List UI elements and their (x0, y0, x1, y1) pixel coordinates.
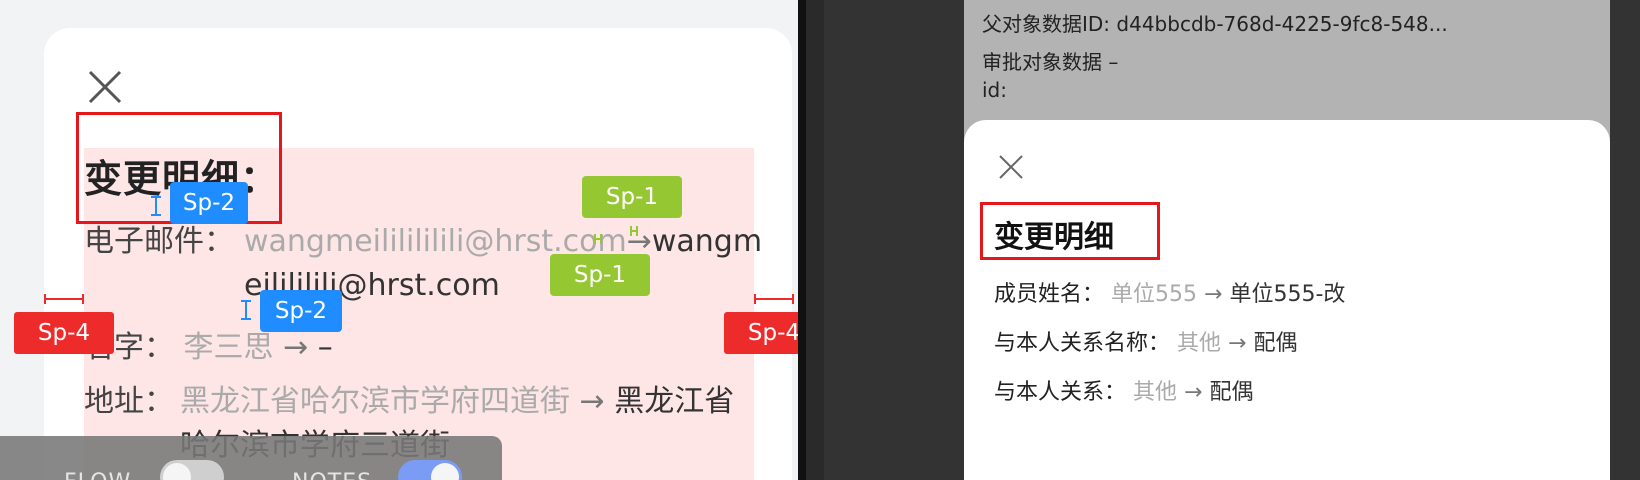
address-row: 地址： 黑龙江省哈尔滨市学府四道街 → 黑龙江省哈尔滨市学府三道街 (84, 380, 764, 463)
spacing-tag-sp2: Sp-2 (260, 290, 342, 332)
spacing-marker (44, 294, 84, 304)
arrow-icon: → (1184, 380, 1203, 405)
parent-id-line: 父对象数据ID: d44bbcdb-768d-4225-9fc8-548... (982, 8, 1448, 37)
relation-row: 与本人关系： 其他 → 配偶 (994, 374, 1253, 406)
row-label: 与本人关系： (994, 380, 1127, 405)
email-new-value: wangm (651, 224, 763, 259)
new-value: 配偶 (1209, 380, 1254, 405)
spacing-marker (594, 234, 602, 244)
new-value: 单位555-改 (1229, 282, 1346, 307)
spacing-tag-sp4: Sp-4 (724, 312, 798, 354)
divider (798, 0, 806, 480)
right-panel: 父对象数据ID: d44bbcdb-768d-4225-9fc8-548... … (824, 0, 1640, 480)
notes-toggle[interactable] (398, 460, 462, 480)
text-cursor-icon (241, 300, 255, 320)
new-value: 配偶 (1253, 331, 1298, 356)
spacing-marker (630, 226, 638, 236)
parent-id-value: d44bbcdb-768d-4225-9fc8-548... (1116, 12, 1448, 36)
divider (806, 0, 824, 480)
arrow-icon: → (283, 330, 309, 365)
notes-label: NOTES (292, 470, 372, 480)
relation-name-row: 与本人关系名称： 其他 → 配偶 (994, 325, 1297, 357)
id-label: id: (982, 78, 1007, 102)
old-value: 其他 (1177, 331, 1222, 356)
close-icon[interactable] (88, 70, 122, 104)
spacing-tag-sp2: Sp-2 (170, 182, 248, 224)
old-value: 其他 (1133, 380, 1178, 405)
arrow-icon: → (1228, 331, 1247, 356)
old-value: 单位555 (1111, 282, 1198, 307)
approval-line: 审批对象数据 – (982, 46, 1118, 75)
address-old-value: 黑龙江省哈尔滨市学府四道街 (180, 384, 570, 419)
row-label: 与本人关系名称： (994, 331, 1171, 356)
parent-id-label: 父对象数据ID: (982, 12, 1111, 36)
approval-label: 审批对象数据 (982, 50, 1102, 74)
close-icon[interactable] (998, 154, 1024, 180)
approval-value: – (1108, 50, 1119, 74)
arrow-icon: → (1204, 282, 1223, 307)
spacing-marker (754, 294, 794, 304)
text-cursor-icon (151, 196, 165, 216)
arrow-icon: → (579, 384, 605, 419)
flow-label: FLOW (64, 470, 131, 480)
email-row: 电子邮件： wangmeililililili@hrst.com→wangm e… (84, 220, 764, 303)
member-name-row: 成员姓名： 单位555 → 单位555-改 (994, 276, 1345, 308)
name-new-value: – (317, 330, 333, 365)
title-highlight-box (980, 202, 1160, 260)
flow-toggle[interactable] (160, 460, 224, 480)
email-label: 电子邮件： (84, 224, 234, 259)
spacing-tag-sp1: Sp-1 (582, 176, 682, 218)
row-label: 成员姓名： (994, 282, 1105, 307)
left-panel: 变更明细： 电子邮件： wangmeililililili@hrst.com→w… (0, 0, 798, 480)
spacing-tag-sp1: Sp-1 (550, 254, 650, 296)
name-old-value: 李三思 (183, 330, 274, 365)
address-label: 地址： (84, 384, 174, 419)
spacing-tag-sp4: Sp-4 (14, 312, 114, 354)
